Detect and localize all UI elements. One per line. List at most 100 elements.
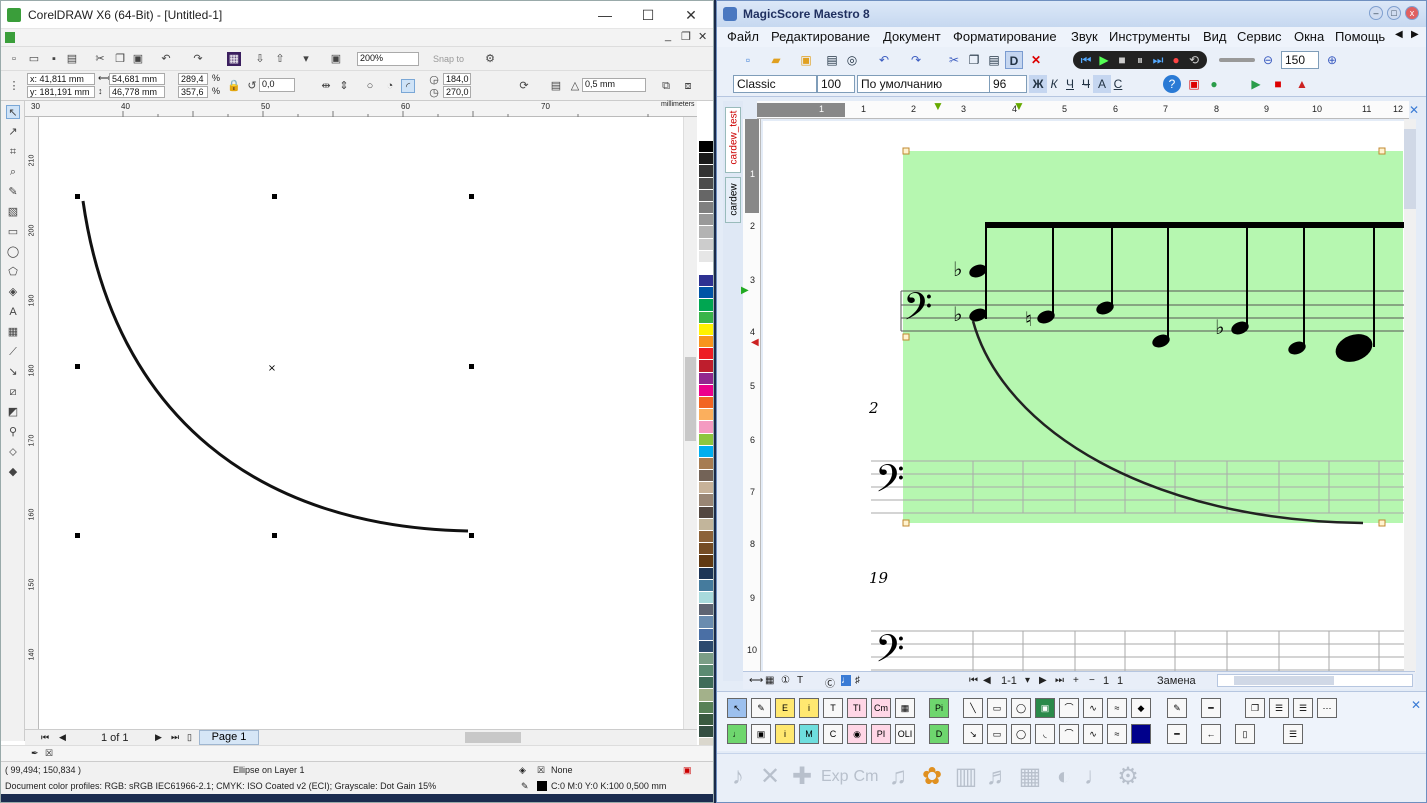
rotation-field[interactable]: 0,0 bbox=[259, 78, 295, 92]
direction-icon[interactable]: ⟳ bbox=[517, 79, 531, 93]
palette-close-icon[interactable]: ✕ bbox=[1407, 696, 1425, 714]
position-x-field[interactable]: x: 41,811 mm bbox=[27, 73, 95, 85]
palette-tool[interactable]: Cm bbox=[871, 698, 891, 718]
height-field[interactable]: 46,778 mm bbox=[109, 86, 165, 98]
menu-scroll-left[interactable]: ◀ bbox=[1395, 29, 1403, 40]
selection-handle[interactable] bbox=[75, 533, 80, 538]
shape-tool-icon[interactable]: ↗ bbox=[6, 125, 20, 139]
image-tool-icon[interactable]: ▣ bbox=[1035, 698, 1055, 718]
line-style-icon[interactable]: ━ bbox=[1201, 698, 1221, 718]
palette-tool[interactable]: D bbox=[929, 724, 949, 744]
palette-swatch[interactable] bbox=[699, 360, 713, 373]
dotted-tool-icon[interactable]: ⋯ bbox=[1317, 698, 1337, 718]
start-angle-field[interactable]: 184,0 bbox=[443, 73, 471, 85]
copy-icon[interactable]: ❐ bbox=[965, 51, 983, 69]
pen-tool-icon[interactable]: ✎ bbox=[751, 698, 771, 718]
margin-marker-icon[interactable]: ▶ bbox=[741, 285, 749, 296]
new-icon[interactable]: ▫ bbox=[7, 52, 21, 66]
h-scrollbar[interactable] bbox=[1217, 674, 1413, 687]
scale-y-field[interactable]: 357,6 bbox=[178, 86, 208, 98]
d-mode-icon[interactable]: D bbox=[1005, 51, 1023, 69]
tab-cardew[interactable]: cardew bbox=[725, 177, 741, 223]
palette-tool[interactable]: Pi bbox=[929, 698, 949, 718]
palette-swatch[interactable] bbox=[699, 201, 713, 215]
palette-swatch[interactable] bbox=[699, 506, 713, 519]
scroll-thumb[interactable] bbox=[685, 357, 696, 441]
play-from-icon[interactable]: ▶ bbox=[1247, 75, 1265, 93]
loop-icon[interactable]: ⟲ bbox=[1185, 51, 1203, 69]
palette-tool[interactable]: T bbox=[823, 698, 843, 718]
paste-icon[interactable]: ▤ bbox=[985, 51, 1003, 69]
redo-icon[interactable]: ↷ bbox=[907, 51, 925, 69]
menu-edit[interactable]: Редактирование bbox=[771, 29, 870, 44]
palette-swatch[interactable] bbox=[699, 214, 713, 227]
sound-category-icon[interactable]: ◐ bbox=[1051, 762, 1077, 792]
rect-tool-icon[interactable]: ▭ bbox=[987, 698, 1007, 718]
arrow-tool-icon[interactable]: ↘ bbox=[963, 724, 983, 744]
note-mode-icon[interactable]: ♩ bbox=[841, 675, 851, 686]
globe-icon[interactable]: ● bbox=[1205, 75, 1223, 93]
add-category-icon[interactable]: ✚ bbox=[789, 762, 815, 792]
menu-file[interactable]: Файл bbox=[727, 29, 759, 44]
palette-tool[interactable]: E bbox=[775, 698, 795, 718]
style-size-select[interactable]: 100 bbox=[817, 75, 855, 93]
grid-tool-icon[interactable]: ▦ bbox=[895, 698, 915, 718]
graphic-tool-icon[interactable]: ▣ bbox=[751, 724, 771, 744]
fill-tool-icon[interactable]: ◆ bbox=[1131, 698, 1151, 718]
line-weight-icon[interactable]: ━ bbox=[1167, 724, 1187, 744]
view-mode-icon[interactable]: ① bbox=[781, 675, 790, 686]
palette-swatch[interactable] bbox=[699, 665, 713, 678]
palette-swatch[interactable] bbox=[699, 616, 713, 629]
note-tool-icon[interactable]: ♩ bbox=[727, 724, 747, 744]
font-size-select[interactable]: 96 bbox=[989, 75, 1027, 93]
palette-swatch[interactable] bbox=[699, 275, 713, 288]
scroll-thumb[interactable] bbox=[1404, 129, 1416, 209]
palette-swatch[interactable] bbox=[699, 372, 713, 385]
selection-handle[interactable] bbox=[469, 194, 474, 199]
palette-swatch[interactable] bbox=[699, 165, 713, 178]
forward-icon[interactable]: ⏭ bbox=[1149, 51, 1167, 69]
undo-icon[interactable]: ↶ bbox=[875, 51, 893, 69]
selection-handle[interactable] bbox=[469, 364, 474, 369]
doc-restore-button[interactable]: ❐ bbox=[681, 30, 691, 43]
undo-icon[interactable]: ↶ bbox=[159, 52, 173, 66]
menu-tools[interactable]: Инструменты bbox=[1109, 29, 1190, 44]
ellipse-icon[interactable]: ○ bbox=[363, 79, 377, 93]
record-settings-icon[interactable]: ▣ bbox=[1185, 75, 1203, 93]
blend-tool-icon[interactable]: ⧄ bbox=[6, 385, 20, 399]
menu-document[interactable]: Документ bbox=[883, 29, 941, 44]
palette-swatch[interactable] bbox=[699, 713, 713, 726]
selection-handle[interactable] bbox=[469, 533, 474, 538]
circle-tool-icon[interactable]: ◯ bbox=[1011, 698, 1031, 718]
zoom-in-icon[interactable]: ⊕ bbox=[1323, 51, 1341, 69]
palette-swatch[interactable] bbox=[699, 482, 713, 495]
stop-icon[interactable]: ■ bbox=[1113, 51, 1131, 69]
eyedropper-tool-icon[interactable]: ⚲ bbox=[6, 425, 20, 439]
style-select[interactable]: Classic bbox=[733, 75, 817, 93]
close-button[interactable]: ✕ bbox=[676, 5, 706, 25]
next-page-button[interactable]: ▶ bbox=[155, 732, 162, 743]
selection-handle[interactable] bbox=[75, 194, 80, 199]
fullscreen-icon[interactable]: ▣ bbox=[329, 52, 343, 66]
palette-swatch[interactable] bbox=[699, 141, 713, 154]
select-tool-icon[interactable]: ↖ bbox=[727, 698, 747, 718]
add-button[interactable]: + bbox=[1073, 675, 1079, 686]
launcher-icon[interactable]: ▾ bbox=[299, 52, 313, 66]
preview-icon[interactable]: ◎ bbox=[843, 51, 861, 69]
save-icon[interactable]: ▣ bbox=[797, 51, 815, 69]
palette-swatch[interactable] bbox=[699, 701, 713, 714]
curve-tool-icon[interactable]: ⌒ bbox=[1059, 698, 1079, 718]
indent-marker-icon[interactable]: ▼ bbox=[932, 99, 944, 113]
last-button[interactable]: ⏭ bbox=[1055, 675, 1064, 686]
fill-tool-icon[interactable]: ◆ bbox=[6, 465, 20, 479]
selection-handle[interactable] bbox=[272, 533, 277, 538]
arrange-front-icon[interactable]: ⧉ bbox=[659, 79, 673, 93]
palette-swatch[interactable] bbox=[699, 226, 713, 239]
selection-handle[interactable] bbox=[75, 364, 80, 369]
dropdown-icon[interactable]: ▾ bbox=[1025, 675, 1030, 686]
remove-button[interactable]: − bbox=[1089, 675, 1095, 686]
zoom-select[interactable]: 200% bbox=[357, 52, 419, 66]
copy-tool-icon[interactable]: ❐ bbox=[1245, 698, 1265, 718]
open-folder-icon[interactable]: ▰ bbox=[767, 51, 785, 69]
curve-tool-icon[interactable]: ⌒ bbox=[1059, 724, 1079, 744]
